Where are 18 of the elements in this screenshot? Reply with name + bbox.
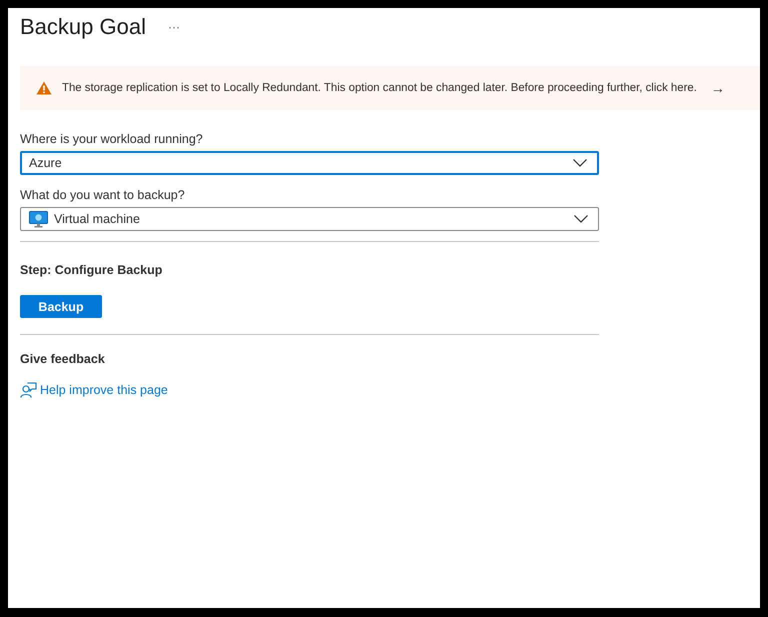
warning-icon [36, 81, 52, 95]
monitor-icon [29, 210, 48, 228]
chevron-down-icon [573, 159, 587, 167]
feedback-icon [20, 382, 37, 398]
chevron-down-icon [574, 215, 588, 223]
backup-button[interactable]: Backup [20, 295, 102, 318]
more-menu-button[interactable]: ··· [168, 20, 180, 34]
dropdown[interactable]: Virtual machine [20, 207, 599, 231]
dropdown[interactable]: Azure [20, 151, 599, 175]
arrow-icon: → [710, 80, 725, 96]
warning-banner[interactable]: The storage replication is set to Locally Redundant. This option cannot be changed later. Before proceeding further, click here. → [20, 66, 760, 110]
page-title: Backup Goal [20, 14, 146, 40]
step-heading: Step: Configure Backup [20, 263, 164, 277]
banner-text: The storage replication is set to Locally Redundant. This option cannot be changed later. Before proceeding further, click here. [62, 82, 697, 94]
field-label: Where is your workload running? [20, 132, 204, 146]
feedback-heading: Give feedback [20, 352, 106, 366]
help-improve-link[interactable]: Help improve this page [40, 383, 168, 397]
field-label: What do you want to backup? [20, 188, 186, 202]
